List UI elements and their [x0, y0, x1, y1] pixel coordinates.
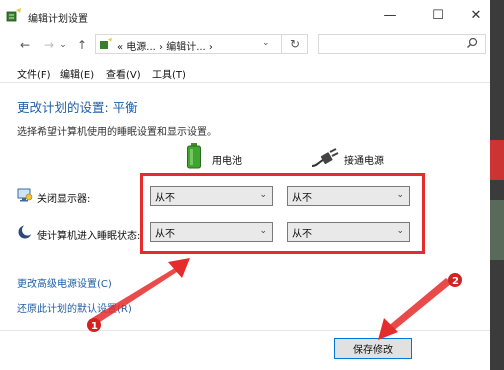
restore-defaults-link[interactable]: 还原此计划的默认设置(R): [17, 300, 132, 315]
divider: [0, 330, 490, 331]
close-icon: ✕: [470, 7, 482, 23]
refresh-button[interactable]: ↻: [281, 34, 308, 54]
up-button[interactable]: ↑: [74, 37, 90, 53]
display-icon: [17, 188, 33, 202]
menu-tools[interactable]: 工具(T): [152, 66, 186, 81]
forward-button[interactable]: →: [41, 37, 57, 53]
desktop-background-strip: [490, 0, 504, 370]
menu-edit[interactable]: 编辑(E): [60, 66, 94, 81]
divider: [0, 82, 490, 83]
forward-arrow-icon: →: [43, 38, 55, 52]
recent-locations-button[interactable]: ⌄: [58, 37, 68, 53]
page-title: 更改计划的设置: 平衡: [17, 100, 138, 115]
save-button-label: 保存修改: [353, 345, 393, 356]
power-plan-app-icon: [6, 8, 21, 22]
background-fragment: [490, 200, 504, 260]
advanced-power-settings-link[interactable]: 更改高级电源设置(C): [17, 275, 112, 290]
search-icon[interactable]: [466, 37, 478, 49]
chevron-down-icon: ⌄: [59, 40, 67, 50]
battery-column-label: 用电池: [212, 156, 242, 167]
window-title: 编辑计划设置: [28, 14, 88, 25]
back-button[interactable]: ←: [17, 37, 33, 53]
control-panel-icon: [100, 38, 112, 49]
breadcrumb[interactable]: « 电源... › 编辑计... ›: [117, 38, 213, 53]
save-changes-button[interactable]: 保存修改: [334, 338, 412, 359]
back-arrow-icon: ←: [19, 38, 31, 52]
highlight-box: [140, 173, 425, 254]
up-arrow-icon: ↑: [76, 38, 88, 52]
minimize-icon: —: [383, 7, 397, 23]
address-dropdown-icon[interactable]: ⌄: [262, 38, 270, 48]
menu-file[interactable]: 文件(F): [17, 66, 51, 81]
maximize-button[interactable]: ☐: [418, 0, 458, 30]
battery-icon: [187, 143, 201, 169]
background-fragment: [490, 140, 504, 180]
turn-off-display-label: 关闭显示器:: [37, 194, 91, 205]
sleep-label: 使计算机进入睡眠状态:: [37, 231, 141, 242]
power-plug-icon: [311, 148, 339, 167]
plugged-in-column-label: 接通电源: [344, 156, 384, 167]
minimize-button[interactable]: —: [370, 0, 410, 30]
menu-view[interactable]: 查看(V): [106, 66, 141, 81]
page-description: 选择希望计算机使用的睡眠设置和显示设置。: [17, 127, 217, 138]
maximize-icon: ☐: [432, 7, 444, 23]
refresh-icon: ↻: [289, 37, 301, 51]
search-input[interactable]: [318, 34, 486, 54]
sleep-moon-icon: [18, 224, 33, 239]
